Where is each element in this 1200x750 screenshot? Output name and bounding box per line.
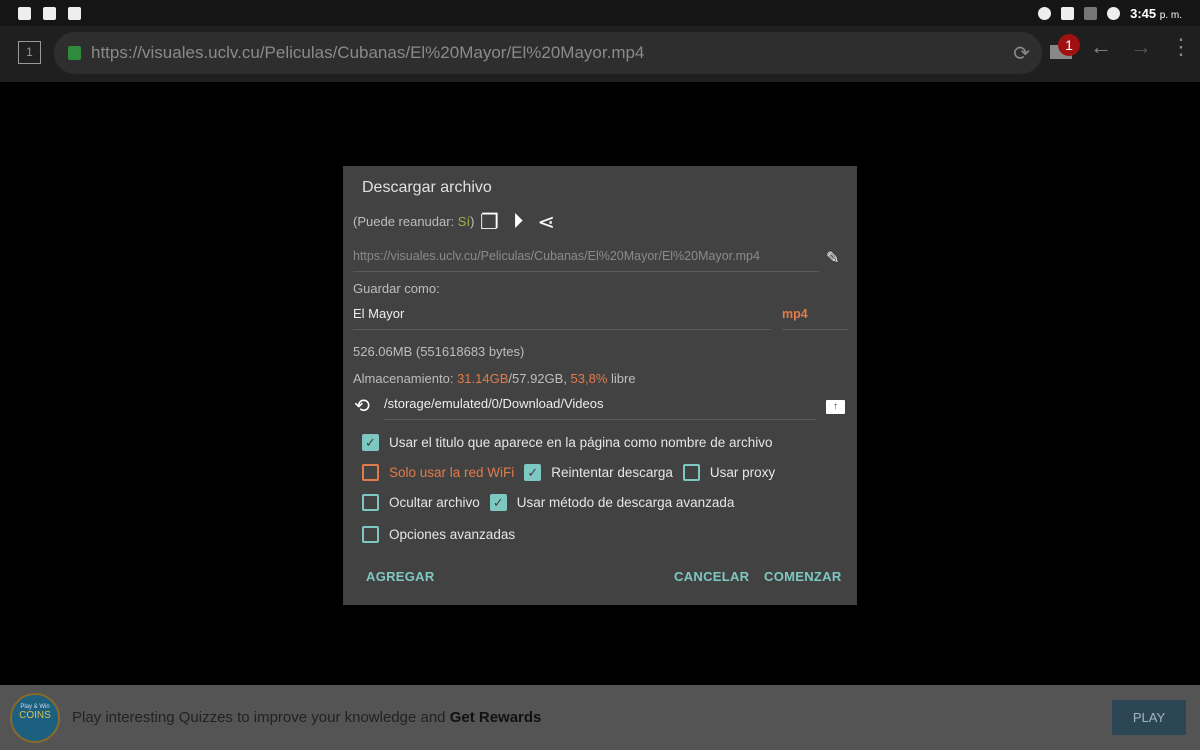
checkbox-wifi[interactable] [362,464,379,481]
lock-icon [68,46,81,60]
ad-logo-main: COINS [19,710,51,721]
cancel-button[interactable]: CANCELAR [674,569,749,584]
storage-total: /57.92GB, [508,371,571,386]
browser-toolbar: 1 https://visuales.uclv.cu/Peliculas/Cub… [0,26,1200,82]
storage-label: Almacenamiento: [353,371,458,386]
resume-value: Sí [457,214,471,229]
forward-icon[interactable]: → [1130,34,1152,60]
status-bar: 3:45 p. m. [0,0,1200,26]
path-input[interactable]: /storage/emulated/0/Download/Videos [384,396,603,411]
option-use-title[interactable]: ✓ Usar el titulo que aparece en la página… [362,434,772,451]
shield-icon [43,6,56,20]
clock-ampm: p. m. [1159,9,1182,21]
checkbox-advanced-method[interactable]: ✓ [489,494,507,511]
option-label: Solo usar la red WiFi [389,465,515,480]
menu-icon[interactable]: ⋮ [1170,34,1192,60]
option-label: Usar proxy [709,465,776,480]
dialog-title: Descargar archivo [362,179,492,196]
add-button[interactable]: AGREGAR [366,569,435,584]
option-row-3: Ocultar archivo ✓ Usar método de descarga… [362,494,734,511]
history-icon[interactable]: ⟲ [354,395,370,418]
resume-prefix: (Puede reanudar: [353,214,458,229]
checkbox-hide-file[interactable] [362,494,379,511]
checkbox-proxy[interactable] [682,464,700,481]
ad-text-bold: Get Rewards [449,709,542,726]
storage-free-pct: 53,8% [570,371,608,386]
image-icon [18,6,31,20]
address-bar[interactable]: https://visuales.uclv.cu/Peliculas/Cuban… [54,32,1042,74]
checkbox-advanced-options[interactable] [362,526,379,543]
download-dialog: Descargar archivo (Puede reanudar: Sí) ❐… [343,166,857,605]
extension-input[interactable]: mp4 [782,307,808,321]
share-icon[interactable]: ⋖ [537,210,555,235]
option-label: Opciones avanzadas [389,527,516,542]
clock: 3:45 [1130,5,1157,21]
option-label: Ocultar archivo [389,495,480,510]
resume-suffix: ) [470,214,475,229]
option-advanced[interactable]: Opciones avanzadas [362,526,515,543]
checkbox-checked-icon[interactable]: ✓ [362,434,379,451]
tab-switcher-button[interactable]: 1 [18,41,41,64]
file-size: 526.06MB (551618683 bytes) [353,344,525,359]
resume-status: (Puede reanudar: Sí) [353,214,474,229]
alarm-icon [1038,6,1052,20]
save-as-label: Guardar como: [353,281,440,296]
play-icon[interactable]: ⏵ [513,210,524,235]
leaf-icon [68,6,81,20]
url-text[interactable]: https://visuales.uclv.cu/Peliculas/Cuban… [91,43,644,63]
ad-text-main: Play interesting Quizzes to improve your… [72,709,450,726]
url-field[interactable]: https://visuales.uclv.cu/Peliculas/Cuban… [353,249,760,263]
option-label: Reintentar descarga [551,465,673,480]
edit-icon[interactable]: ✎ [826,248,839,268]
storage-used: 31.14GB [457,371,509,386]
reload-icon[interactable]: ⟳ [1013,41,1030,66]
ad-banner[interactable]: Play & Win COINS Play interesting Quizzes… [0,685,1200,750]
start-button[interactable]: COMENZAR [764,569,842,584]
option-label: Usar el titulo que aparece en la página … [389,435,773,450]
back-icon[interactable]: ← [1090,34,1112,60]
download-badge: 1 [1058,34,1080,56]
storage-info: Almacenamiento: 31.14GB/57.92GB, 53,8% l… [353,371,636,386]
wifi-icon [1084,6,1098,20]
folder-upload-icon[interactable]: ↑ [826,400,845,414]
ad-text: Play interesting Quizzes to improve your… [72,709,541,726]
vibrate-icon [1061,6,1075,20]
storage-free-label: libre [607,371,636,386]
option-row-2: Solo usar la red WiFi ✓ Reintentar descar… [362,464,775,481]
option-label: Usar método de descarga avanzada [516,495,735,510]
copy-icon[interactable]: ❐ [480,210,499,235]
ad-logo: Play & Win COINS [10,693,60,743]
checkbox-retry[interactable]: ✓ [524,464,542,481]
battery-icon [1107,6,1121,20]
filename-input[interactable]: El Mayor [353,306,404,321]
ad-play-button[interactable]: PLAY [1112,700,1186,735]
